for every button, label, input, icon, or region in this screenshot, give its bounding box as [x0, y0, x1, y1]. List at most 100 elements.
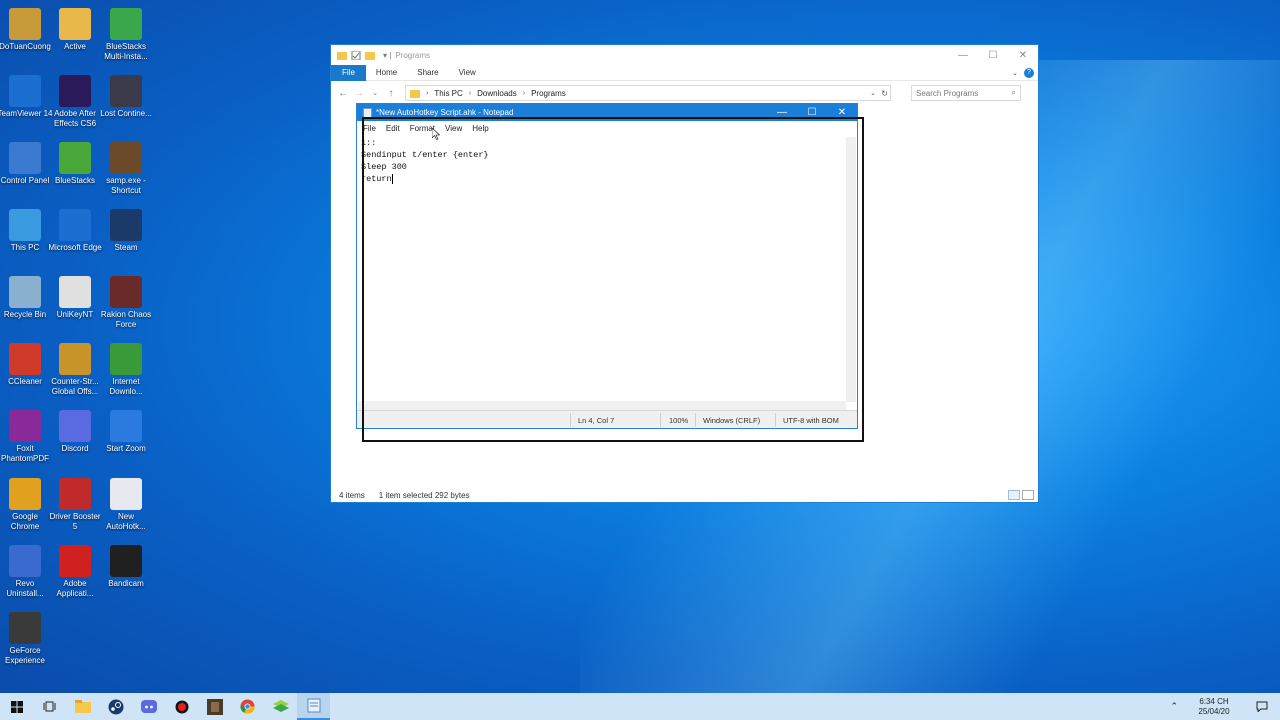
desktop-icon[interactable]: TeamViewer 14 — [0, 75, 53, 119]
large-icons-view-icon[interactable] — [1022, 490, 1034, 500]
desktop-icon[interactable]: Microsoft Edge — [47, 209, 103, 253]
breadcrumb-downloads[interactable]: Downloads — [477, 89, 517, 98]
desktop-icon[interactable]: Foxit PhantomPDF — [0, 410, 53, 464]
vertical-scrollbar[interactable] — [846, 137, 856, 402]
maximize-button[interactable]: ☐ — [978, 45, 1008, 65]
tab-home[interactable]: Home — [366, 68, 407, 77]
address-dropdown-icon[interactable]: ⌄ — [870, 89, 876, 97]
minimize-button[interactable]: — — [767, 104, 797, 121]
desktop-icon[interactable]: Steam — [98, 209, 154, 253]
show-hidden-icons-chevron-icon[interactable]: ⌃ — [1170, 701, 1178, 712]
desktop-icon[interactable]: Revo Uninstall... — [0, 545, 53, 599]
desktop-icon[interactable]: Control Panel — [0, 142, 53, 186]
minimize-button[interactable]: — — [948, 45, 978, 65]
desktop-icon[interactable]: Lost Contine... — [98, 75, 154, 119]
desktop-icon-label: Google Chrome — [10, 512, 40, 531]
up-arrow-icon[interactable]: ↑ — [383, 88, 399, 99]
status-separator — [695, 413, 696, 427]
desktop-icon[interactable]: GeForce Experience — [0, 612, 53, 666]
address-bar[interactable]: › This PC › Downloads › Programs ⌄ ↻ — [405, 85, 891, 101]
properties-icon[interactable] — [351, 50, 361, 60]
search-input[interactable]: Search Programs ⌕ — [911, 85, 1021, 101]
desktop-icon[interactable]: New AutoHotk... — [98, 478, 154, 532]
start-button[interactable] — [0, 693, 33, 720]
desktop-icon[interactable]: Active — [47, 8, 103, 52]
clock[interactable]: 6:34 CH 25/04/20 — [1194, 697, 1234, 717]
app-icon — [59, 343, 91, 375]
status-bar: 4 items 1 item selected 292 bytes — [339, 491, 470, 500]
ribbon-expand-icon[interactable]: ⌄ — [1012, 69, 1018, 77]
desktop-icon[interactable]: Rakion Chaos Force — [98, 276, 154, 330]
recent-dropdown-icon[interactable]: ⌄ — [367, 89, 383, 97]
back-arrow-icon[interactable]: ← — [335, 88, 351, 99]
status-separator — [660, 413, 661, 427]
menu-edit[interactable]: Edit — [386, 124, 400, 133]
desktop-icon[interactable]: Google Chrome — [0, 478, 53, 532]
breadcrumb-this-pc[interactable]: This PC — [434, 89, 462, 98]
desktop-icon-label: New AutoHotk... — [106, 512, 146, 531]
qat-dropdown-icon[interactable]: ▾ | — [383, 51, 391, 60]
menu-view[interactable]: View — [445, 124, 462, 133]
notification-icon[interactable] — [1256, 701, 1268, 712]
desktop-icon[interactable]: samp.exe - Shortcut — [98, 142, 154, 196]
taskbar: ⌃ 6:34 CH 25/04/20 — [0, 693, 1280, 720]
folder-icon — [337, 51, 347, 60]
app-icon — [110, 8, 142, 40]
app-icon — [110, 142, 142, 174]
taskbar-chrome[interactable] — [231, 693, 264, 720]
desktop-icon[interactable]: Adobe Applicati... — [47, 545, 103, 599]
refresh-icon[interactable]: ↻ — [881, 89, 888, 98]
details-view-icon[interactable] — [1008, 490, 1020, 500]
desktop-icon[interactable]: Recycle Bin — [0, 276, 53, 320]
desktop-icon[interactable]: Bandicam — [98, 545, 154, 589]
taskbar-samp[interactable] — [198, 693, 231, 720]
text-line: Sendinput t/enter {enter} — [361, 150, 489, 160]
taskbar-bluestacks[interactable] — [264, 693, 297, 720]
desktop-icon[interactable]: DoTuanCuong — [0, 8, 53, 52]
desktop-icon[interactable]: BlueStacks — [47, 142, 103, 186]
chevron-right-icon[interactable]: › — [523, 90, 525, 97]
close-button[interactable]: ✕ — [827, 104, 857, 121]
app-icon — [9, 75, 41, 107]
chevron-right-icon[interactable]: › — [469, 90, 471, 97]
horizontal-scrollbar[interactable] — [358, 401, 846, 410]
menu-file[interactable]: File — [363, 124, 376, 133]
search-placeholder: Search Programs — [916, 88, 979, 98]
desktop-icon[interactable]: CCleaner — [0, 343, 53, 387]
desktop-icon-label: Adobe Applicati... — [56, 579, 94, 598]
notepad-window[interactable]: *New AutoHotkey Script.ahk - Notepad — ☐… — [356, 103, 858, 429]
menu-help[interactable]: Help — [472, 124, 488, 133]
taskbar-file-explorer[interactable] — [66, 693, 99, 720]
steam-icon — [108, 699, 123, 714]
task-view-button[interactable] — [33, 693, 66, 720]
taskbar-steam[interactable] — [99, 693, 132, 720]
close-button[interactable]: ✕ — [1008, 45, 1038, 65]
desktop-icon[interactable]: Adobe After Effects CS6 — [47, 75, 103, 129]
desktop-icon[interactable]: Start Zoom — [98, 410, 154, 454]
desktop-icon[interactable]: Internet Downlo... — [98, 343, 154, 397]
maximize-button[interactable]: ☐ — [797, 104, 827, 121]
app-icon — [9, 8, 41, 40]
text-line: Sleep 300 — [361, 162, 407, 172]
forward-arrow-icon[interactable]: → — [351, 88, 367, 99]
desktop-icon[interactable]: This PC — [0, 209, 53, 253]
taskbar-bandicam[interactable] — [165, 693, 198, 720]
desktop-icon[interactable]: BlueStacks Multi-Insta... — [98, 8, 154, 62]
tab-share[interactable]: Share — [407, 68, 448, 77]
tab-view[interactable]: View — [449, 68, 486, 77]
chevron-right-icon[interactable]: › — [426, 90, 428, 97]
taskbar-notepad[interactable] — [297, 693, 330, 720]
help-icon[interactable]: ? — [1024, 67, 1034, 78]
new-folder-icon[interactable] — [365, 51, 375, 60]
taskbar-discord[interactable] — [132, 693, 165, 720]
tab-file[interactable]: File — [331, 64, 366, 81]
desktop-icon[interactable]: Counter-Str... Global Offs... — [47, 343, 103, 397]
desktop-icon[interactable]: UniKeyNT — [47, 276, 103, 320]
explorer-titlebar[interactable]: ▾ | Programs — [331, 45, 1038, 65]
breadcrumb-programs[interactable]: Programs — [531, 89, 566, 98]
desktop-icon[interactable]: Discord — [47, 410, 103, 454]
desktop-icon[interactable]: Driver Booster 5 — [47, 478, 103, 532]
app-icon — [59, 410, 91, 442]
text-editor[interactable]: 1:: Sendinput t/enter {enter} Sleep 300 ret… — [361, 137, 845, 402]
text-caret — [391, 173, 393, 184]
